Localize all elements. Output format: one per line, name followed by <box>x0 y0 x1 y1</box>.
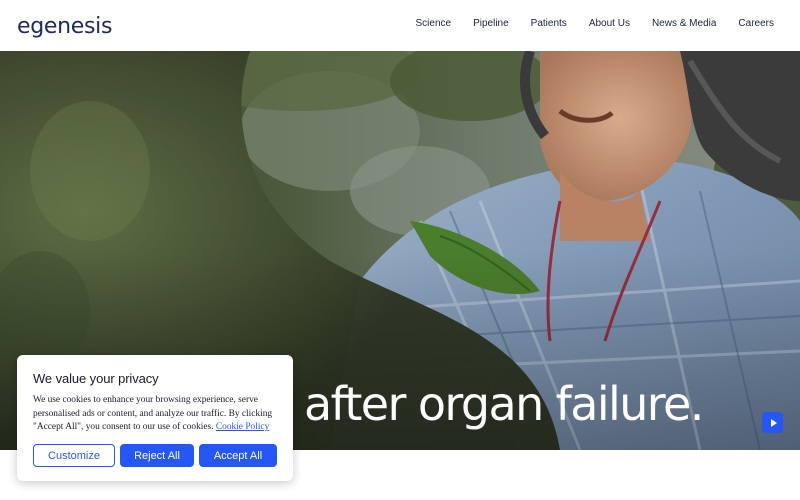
cookie-banner-text: We use cookies to enhance your browsing … <box>33 394 279 435</box>
cookie-banner-actions: Customize Reject All Accept All <box>33 444 277 467</box>
hero-headline: after organ failure. <box>304 377 704 431</box>
nav-item-patients[interactable]: Patients <box>531 18 567 29</box>
site-header: egenesis Science Pipeline Patients About… <box>0 0 800 51</box>
cookie-consent-banner: We value your privacy We use cookies to … <box>17 355 293 481</box>
nav-item-news-media[interactable]: News & Media <box>652 18 716 29</box>
accept-all-button[interactable]: Accept All <box>199 444 277 467</box>
egenesis-logo[interactable]: egenesis <box>17 12 112 40</box>
play-video-button[interactable] <box>762 412 783 433</box>
nav-item-careers[interactable]: Careers <box>738 18 774 29</box>
logo-text: egenesis <box>17 13 113 39</box>
main-nav: Science Pipeline Patients About Us News … <box>416 18 775 29</box>
nav-item-about-us[interactable]: About Us <box>589 18 630 29</box>
cookie-policy-link[interactable]: Cookie Policy <box>216 422 269 432</box>
cookie-banner-title: We value your privacy <box>33 371 159 386</box>
nav-item-pipeline[interactable]: Pipeline <box>473 18 509 29</box>
nav-item-science[interactable]: Science <box>416 18 452 29</box>
customize-button[interactable]: Customize <box>33 444 115 467</box>
play-icon <box>770 418 777 427</box>
reject-all-button[interactable]: Reject All <box>120 444 194 467</box>
